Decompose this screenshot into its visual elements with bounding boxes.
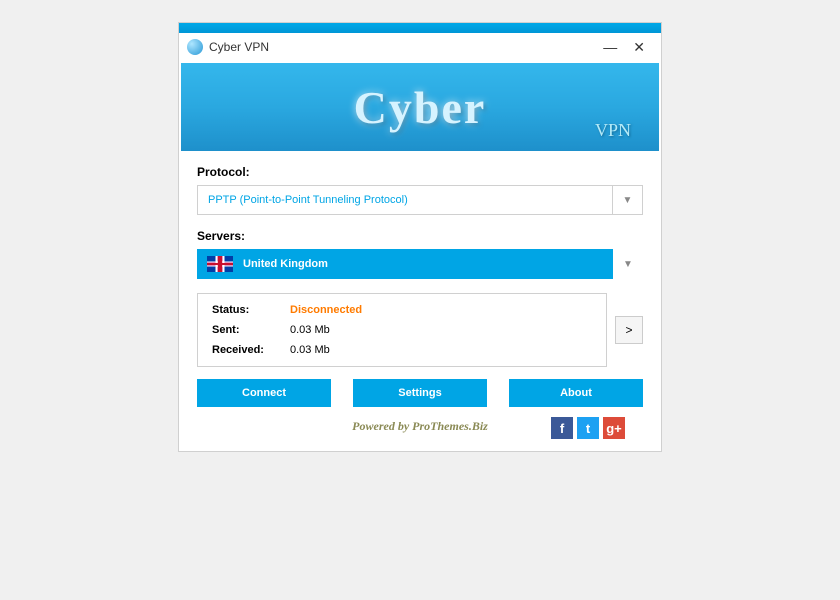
received-label: Received:: [212, 344, 290, 356]
content-area: Protocol: PPTP (Point-to-Point Tunneling…: [179, 151, 661, 451]
servers-label: Servers:: [197, 229, 643, 243]
googleplus-icon[interactable]: g+: [603, 417, 625, 439]
status-row: Status: Disconnected Sent: 0.03 Mb Recei…: [197, 293, 643, 367]
app-window: Cyber VPN — ✕ Cyber VPN Protocol: PPTP (…: [178, 22, 662, 452]
window-title: Cyber VPN: [209, 40, 595, 54]
globe-icon: [187, 39, 203, 55]
titlebar: Cyber VPN — ✕: [179, 33, 661, 61]
banner-sub-text: VPN: [595, 120, 631, 141]
social-icons: f t g+: [551, 417, 625, 439]
twitter-icon[interactable]: t: [577, 417, 599, 439]
close-button[interactable]: ✕: [625, 39, 653, 56]
status-value: Disconnected: [290, 304, 362, 316]
sent-value: 0.03 Mb: [290, 324, 330, 336]
facebook-icon[interactable]: f: [551, 417, 573, 439]
chevron-down-icon: ▼: [623, 259, 633, 270]
banner-logo-text: Cyber: [354, 81, 487, 134]
banner: Cyber VPN: [181, 63, 659, 151]
powered-by-text: Powered by ProThemes.Biz: [352, 419, 488, 433]
expand-button[interactable]: >: [615, 316, 643, 344]
servers-value-row: United Kingdom: [197, 249, 613, 279]
servers-dropdown-arrow[interactable]: ▼: [613, 249, 643, 279]
chevron-down-icon: ▼: [623, 195, 633, 206]
protocol-dropdown-arrow[interactable]: ▼: [612, 186, 642, 214]
minimize-button[interactable]: —: [595, 39, 625, 55]
status-box: Status: Disconnected Sent: 0.03 Mb Recei…: [197, 293, 607, 367]
received-value: 0.03 Mb: [290, 344, 330, 356]
window-top-accent: [179, 23, 661, 33]
footer: Powered by ProThemes.Biz f t g+: [197, 417, 643, 443]
settings-button[interactable]: Settings: [353, 379, 487, 407]
protocol-label: Protocol:: [197, 165, 643, 179]
about-button[interactable]: About: [509, 379, 643, 407]
servers-dropdown[interactable]: United Kingdom ▼: [197, 249, 643, 279]
connect-button[interactable]: Connect: [197, 379, 331, 407]
servers-value: United Kingdom: [243, 258, 328, 270]
protocol-value: PPTP (Point-to-Point Tunneling Protocol): [198, 186, 612, 214]
uk-flag-icon: [207, 256, 233, 272]
status-label: Status:: [212, 304, 290, 316]
action-buttons: Connect Settings About: [197, 379, 643, 407]
protocol-dropdown[interactable]: PPTP (Point-to-Point Tunneling Protocol)…: [197, 185, 643, 215]
sent-label: Sent:: [212, 324, 290, 336]
